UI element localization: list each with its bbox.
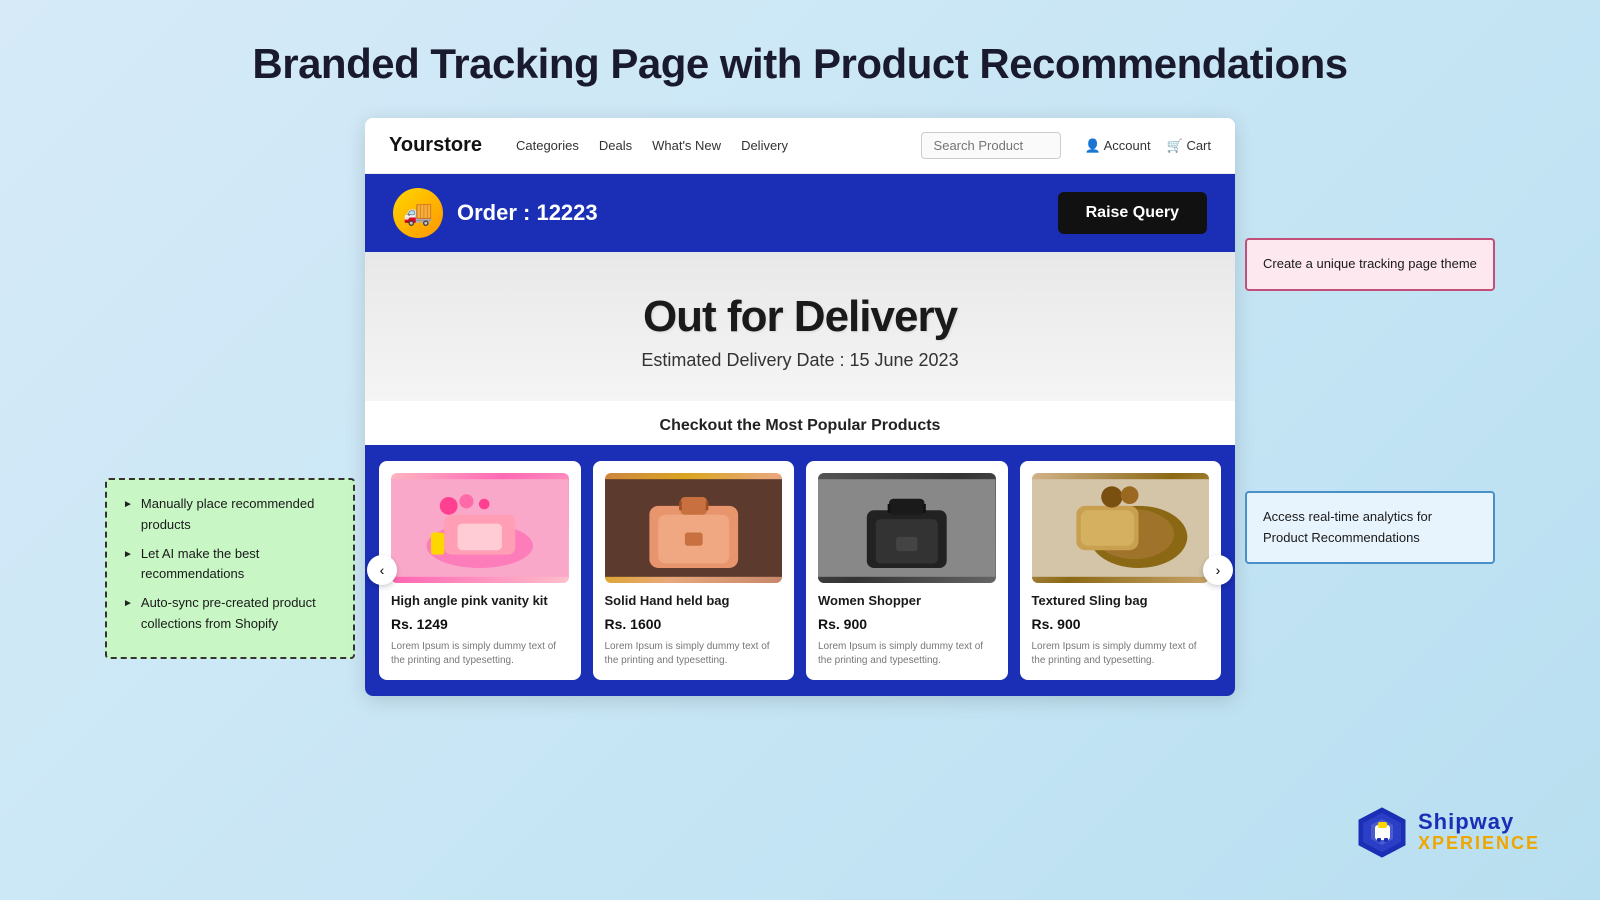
nav-link-categories[interactable]: Categories bbox=[516, 138, 579, 153]
order-banner: 🚚 Order : 12223 Raise Query bbox=[365, 174, 1235, 252]
shipway-sub: XPERIENCE bbox=[1418, 833, 1540, 854]
order-left: 🚚 Order : 12223 bbox=[393, 188, 598, 238]
left-annotation-container: ► Manually place recommended products ► … bbox=[105, 478, 355, 659]
product-card-2[interactable]: Solid Hand held bag Rs. 1600 Lorem Ipsum… bbox=[593, 461, 795, 680]
carousel-prev-button[interactable]: ‹ bbox=[367, 555, 397, 585]
product-card-1[interactable]: High angle pink vanity kit Rs. 1249 Lore… bbox=[379, 461, 581, 680]
products-carousel: High angle pink vanity kit Rs. 1249 Lore… bbox=[379, 461, 1221, 680]
bullet-item-3: ► Auto-sync pre-created product collecti… bbox=[123, 593, 337, 635]
product-price-1: Rs. 1249 bbox=[391, 616, 569, 632]
bullet-text-1: Manually place recommended products bbox=[141, 494, 337, 536]
product-price-4: Rs. 900 bbox=[1032, 616, 1210, 632]
bullet-text-3: Auto-sync pre-created product collection… bbox=[141, 593, 337, 635]
search-input[interactable] bbox=[921, 132, 1061, 159]
product-desc-3: Lorem Ipsum is simply dummy text of the … bbox=[818, 640, 996, 668]
nav-links: Categories Deals What's New Delivery bbox=[516, 138, 897, 153]
delivery-date: Estimated Delivery Date : 15 June 2023 bbox=[385, 350, 1215, 371]
right-annotation-bottom-text: Access real-time analytics for Product R… bbox=[1263, 509, 1432, 545]
nav-link-whats-new[interactable]: What's New bbox=[652, 138, 721, 153]
shipway-text-group: Shipway XPERIENCE bbox=[1418, 811, 1540, 854]
product-price-3: Rs. 900 bbox=[818, 616, 996, 632]
delivery-icon: 🚚 bbox=[403, 199, 433, 228]
products-carousel-wrapper: ‹ bbox=[365, 445, 1235, 696]
popular-title: Checkout the Most Popular Products bbox=[660, 417, 941, 434]
delivery-status-section: Out for Delivery Estimated Delivery Date… bbox=[365, 252, 1235, 401]
popular-section: Checkout the Most Popular Products bbox=[365, 401, 1235, 445]
carousel-next-button[interactable]: › bbox=[1203, 555, 1233, 585]
right-annotations-container: Create a unique tracking page theme Acce… bbox=[1245, 238, 1495, 564]
store-nav: Yourstore Categories Deals What's New De… bbox=[365, 118, 1235, 174]
right-annotation-top: Create a unique tracking page theme bbox=[1245, 238, 1495, 291]
bullet-item-2: ► Let AI make the best recommendations bbox=[123, 544, 337, 586]
raise-query-button[interactable]: Raise Query bbox=[1058, 192, 1207, 234]
shipway-icon-svg bbox=[1355, 805, 1410, 860]
bullet-arrow-2: ► bbox=[123, 547, 133, 563]
product-image-2 bbox=[605, 473, 783, 583]
cart-link[interactable]: 🛒 Cart bbox=[1167, 138, 1211, 154]
nav-link-deals[interactable]: Deals bbox=[599, 138, 632, 153]
product-card-3[interactable]: Women Shopper Rs. 900 Lorem Ipsum is sim… bbox=[806, 461, 1008, 680]
bullet-arrow-3: ► bbox=[123, 596, 133, 612]
right-annotation-top-text: Create a unique tracking page theme bbox=[1263, 256, 1477, 271]
shipway-logo: Shipway XPERIENCE bbox=[1355, 805, 1540, 860]
nav-right: 👤 Account 🛒 Cart bbox=[1085, 138, 1211, 154]
store-logo: Yourstore bbox=[389, 134, 482, 157]
product-desc-4: Lorem Ipsum is simply dummy text of the … bbox=[1032, 640, 1210, 668]
product-desc-2: Lorem Ipsum is simply dummy text of the … bbox=[605, 640, 783, 668]
bullet-text-2: Let AI make the best recommendations bbox=[141, 544, 337, 586]
product-name-3: Women Shopper bbox=[818, 593, 996, 610]
shipway-name: Shipway bbox=[1418, 811, 1540, 833]
account-link[interactable]: 👤 Account bbox=[1085, 138, 1151, 154]
product-name-2: Solid Hand held bag bbox=[605, 593, 783, 610]
product-price-2: Rs. 1600 bbox=[605, 616, 783, 632]
bullet-item-1: ► Manually place recommended products bbox=[123, 494, 337, 536]
order-title: Order : 12223 bbox=[457, 200, 598, 226]
page-title: Branded Tracking Page with Product Recom… bbox=[0, 0, 1600, 118]
delivery-status-text: Out for Delivery bbox=[385, 292, 1215, 342]
bullet-arrow-1: ► bbox=[123, 497, 133, 513]
product-name-1: High angle pink vanity kit bbox=[391, 593, 569, 610]
product-image-1 bbox=[391, 473, 569, 583]
product-image-3 bbox=[818, 473, 996, 583]
nav-link-delivery[interactable]: Delivery bbox=[741, 138, 788, 153]
product-desc-1: Lorem Ipsum is simply dummy text of the … bbox=[391, 640, 569, 668]
store-mockup: Yourstore Categories Deals What's New De… bbox=[365, 118, 1235, 696]
product-name-4: Textured Sling bag bbox=[1032, 593, 1210, 610]
order-icon: 🚚 bbox=[393, 188, 443, 238]
product-card-4[interactable]: Textured Sling bag Rs. 900 Lorem Ipsum i… bbox=[1020, 461, 1222, 680]
left-annotation-box: ► Manually place recommended products ► … bbox=[105, 478, 355, 659]
right-annotation-bottom: Access real-time analytics for Product R… bbox=[1245, 491, 1495, 565]
product-image-4 bbox=[1032, 473, 1210, 583]
